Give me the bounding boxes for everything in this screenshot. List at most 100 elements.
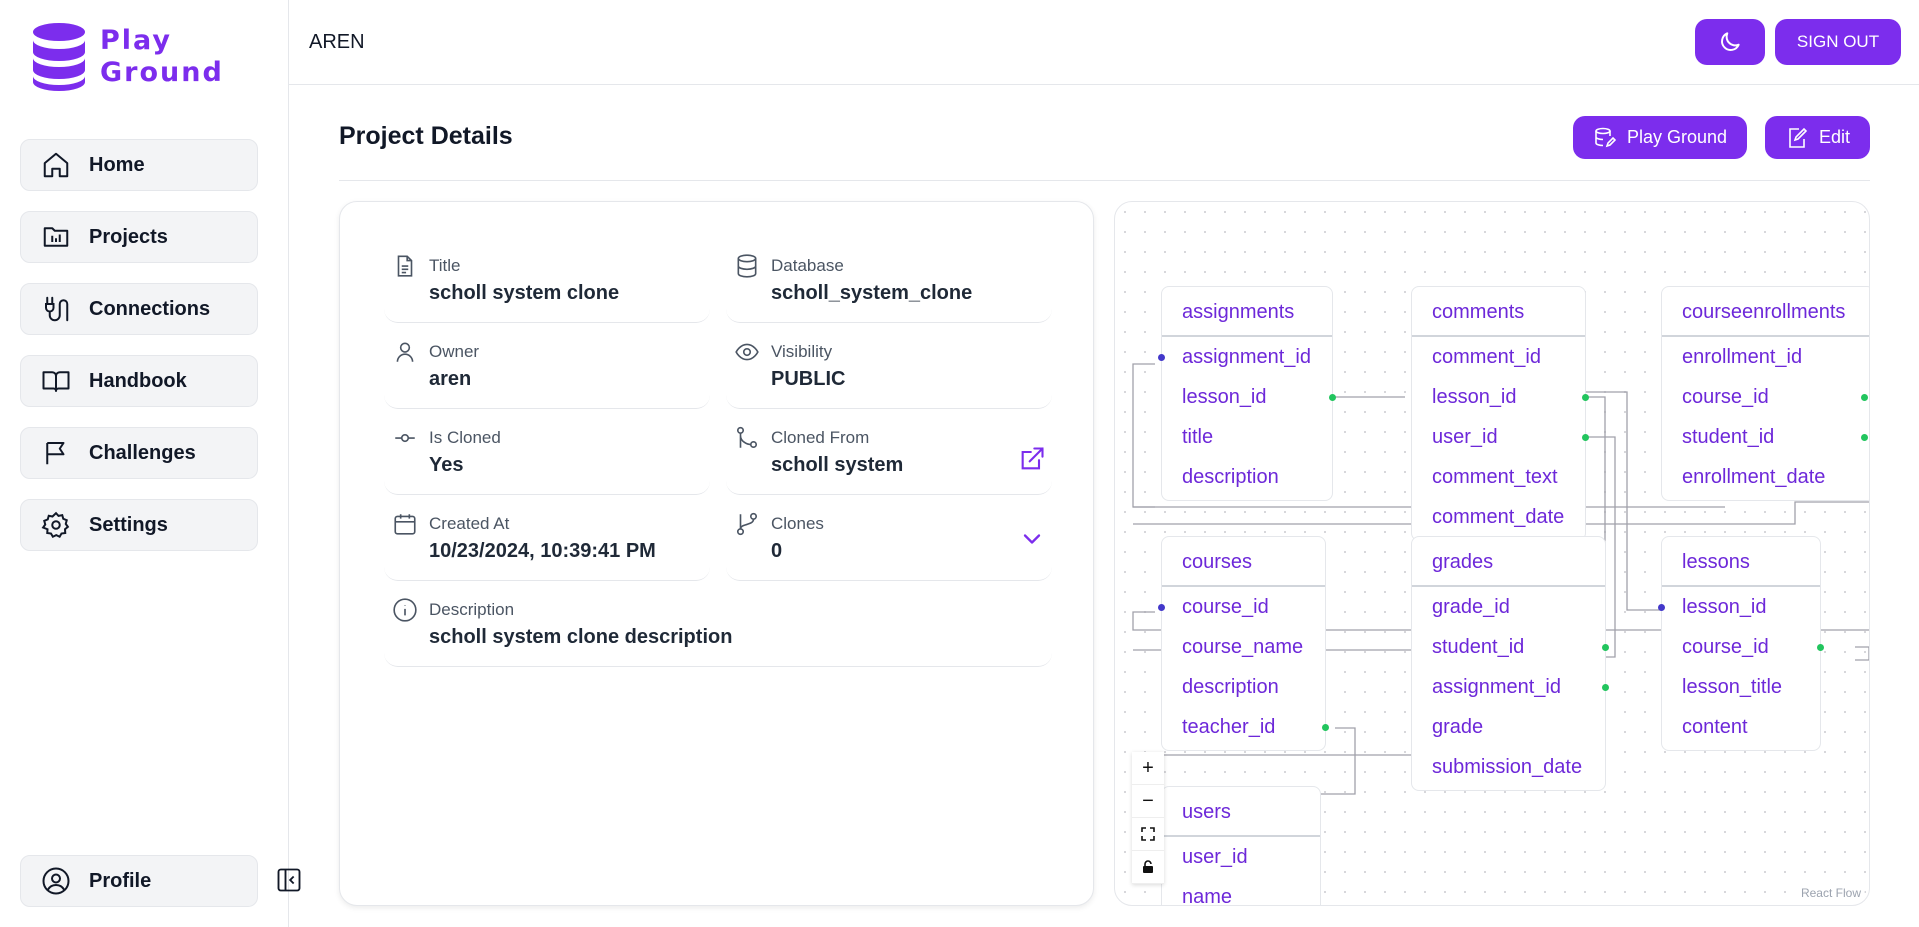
table-node-users[interactable]: users user_id name [1161, 786, 1321, 906]
database-edit-icon [1595, 127, 1617, 147]
app-name: Play Ground [100, 25, 224, 88]
fit-view-button[interactable] [1132, 818, 1164, 851]
target-handle[interactable] [1158, 604, 1165, 611]
sidebar-collapse-icon[interactable] [275, 866, 303, 894]
er-diagram-canvas[interactable]: assignments assignment_id lesson_id titl… [1114, 201, 1870, 906]
table-name: users [1162, 787, 1320, 837]
app-logo[interactable]: Play Ground [32, 22, 224, 92]
column: submission_date [1432, 756, 1583, 778]
table-name: grades [1412, 537, 1605, 587]
source-handle[interactable] [1582, 434, 1589, 441]
table-node-comments[interactable]: comments comment_id lesson_id user_id co… [1411, 286, 1589, 541]
sidebar: Play Ground Home Projects Connections Ha… [0, 0, 289, 927]
target-handle[interactable] [1658, 604, 1665, 611]
sidebar-item-label: Connections [89, 297, 211, 320]
column: lesson_id [1162, 377, 1336, 417]
chevron-down-icon[interactable] [1018, 525, 1046, 553]
sidebar-item-label: Settings [89, 513, 168, 536]
column: description [1182, 466, 1279, 488]
source-handle[interactable] [1602, 684, 1609, 691]
field-owner: Owner aren [384, 331, 710, 409]
table-node-courses[interactable]: courses course_id course_name descriptio… [1158, 536, 1329, 751]
gear-icon [41, 511, 70, 539]
field-is-cloned: Is Cloned Yes [384, 417, 710, 495]
moon-icon [1721, 32, 1740, 51]
source-handle[interactable] [1322, 724, 1329, 731]
project-title-value: scholl system clone [429, 282, 620, 304]
sidebar-item-profile[interactable]: Profile [20, 855, 258, 907]
column: title [1182, 426, 1214, 448]
folder-chart-icon [43, 227, 69, 247]
column: course_id [1158, 587, 1325, 627]
database-value: scholl_system_clone [771, 282, 973, 304]
table-name: courses [1162, 537, 1325, 587]
sidebar-item-projects[interactable]: Projects [20, 211, 258, 263]
column: student_id [1662, 417, 1869, 457]
column: lesson_id [1658, 587, 1820, 627]
column: enrollment_id [1682, 346, 1803, 368]
commit-icon [395, 433, 415, 443]
sidebar-item-settings[interactable]: Settings [20, 499, 258, 551]
zoom-in-button[interactable]: + [1132, 752, 1164, 785]
edit-button[interactable]: Edit [1765, 116, 1871, 159]
column: course_id [1662, 377, 1869, 417]
column: lesson_id [1412, 377, 1589, 417]
owner-value: aren [429, 368, 472, 390]
cloned-from-value: scholl system [771, 454, 904, 476]
header-divider [339, 180, 1870, 181]
sidebar-item-home[interactable]: Home [20, 139, 258, 191]
source-handle[interactable] [1602, 644, 1609, 651]
column: course_id [1662, 627, 1824, 667]
table-node-grades[interactable]: grades grade_id student_id assignment_id… [1411, 536, 1609, 791]
plug-icon [45, 296, 69, 322]
table-node-assignments[interactable]: assignments assignment_id lesson_id titl… [1158, 286, 1336, 501]
fit-view-icon [1141, 827, 1155, 841]
column: grade [1432, 716, 1484, 738]
column: assignment_id [1412, 667, 1609, 707]
table-name: assignments [1162, 287, 1332, 337]
sidebar-item-label: Handbook [89, 369, 187, 392]
source-handle[interactable] [1861, 434, 1868, 441]
lock-icon [1143, 860, 1153, 873]
eye-icon [735, 343, 759, 361]
sidebar-item-challenges[interactable]: Challenges [20, 427, 258, 479]
sign-out-button[interactable]: SIGN OUT [1775, 19, 1901, 65]
playground-button[interactable]: Play Ground [1573, 116, 1748, 159]
table-node-courseenrollments[interactable]: courseenrollments enrollment_id course_i… [1661, 286, 1869, 501]
column: name [1182, 886, 1233, 906]
source-handle[interactable] [1582, 394, 1589, 401]
external-link-icon[interactable] [1018, 445, 1046, 473]
sidebar-item-connections[interactable]: Connections [20, 283, 258, 335]
sidebar-item-handbook[interactable]: Handbook [20, 355, 258, 407]
column: comment_date [1432, 506, 1565, 528]
home-icon [43, 152, 69, 178]
current-user-name: AREN [309, 31, 365, 53]
sidebar-item-label: Profile [89, 869, 152, 892]
field-database: Database scholl_system_clone [726, 245, 1052, 323]
column: user_id [1412, 417, 1589, 457]
edit-icon [1789, 127, 1808, 148]
user-circle-icon [42, 867, 70, 895]
source-handle[interactable] [1329, 394, 1336, 401]
diagram-controls: + − [1132, 752, 1164, 884]
column: comment_text [1432, 466, 1558, 488]
column: teacher_id [1162, 707, 1329, 747]
target-handle[interactable] [1158, 354, 1165, 361]
source-handle[interactable] [1861, 394, 1868, 401]
source-handle[interactable] [1817, 644, 1824, 651]
project-details-card: Title scholl system clone Database schol… [339, 201, 1094, 906]
column: lesson_title [1682, 676, 1783, 698]
sidebar-item-label: Challenges [89, 441, 196, 464]
git-branch-icon [736, 512, 758, 536]
table-name: courseenrollments [1662, 287, 1869, 337]
column: course_name [1182, 636, 1304, 658]
field-created-at: Created At 10/23/2024, 10:39:41 PM [384, 503, 710, 581]
lock-button[interactable] [1132, 851, 1164, 884]
zoom-out-button[interactable]: − [1132, 785, 1164, 818]
theme-toggle-button[interactable] [1695, 19, 1765, 65]
react-flow-attribution[interactable]: React Flow [1796, 885, 1865, 901]
page-title: Project Details [339, 122, 513, 150]
column: description [1182, 676, 1279, 698]
table-node-lessons[interactable]: lessons lesson_id course_id lesson_title… [1658, 536, 1824, 751]
created-at-value: 10/23/2024, 10:39:41 PM [429, 540, 656, 562]
